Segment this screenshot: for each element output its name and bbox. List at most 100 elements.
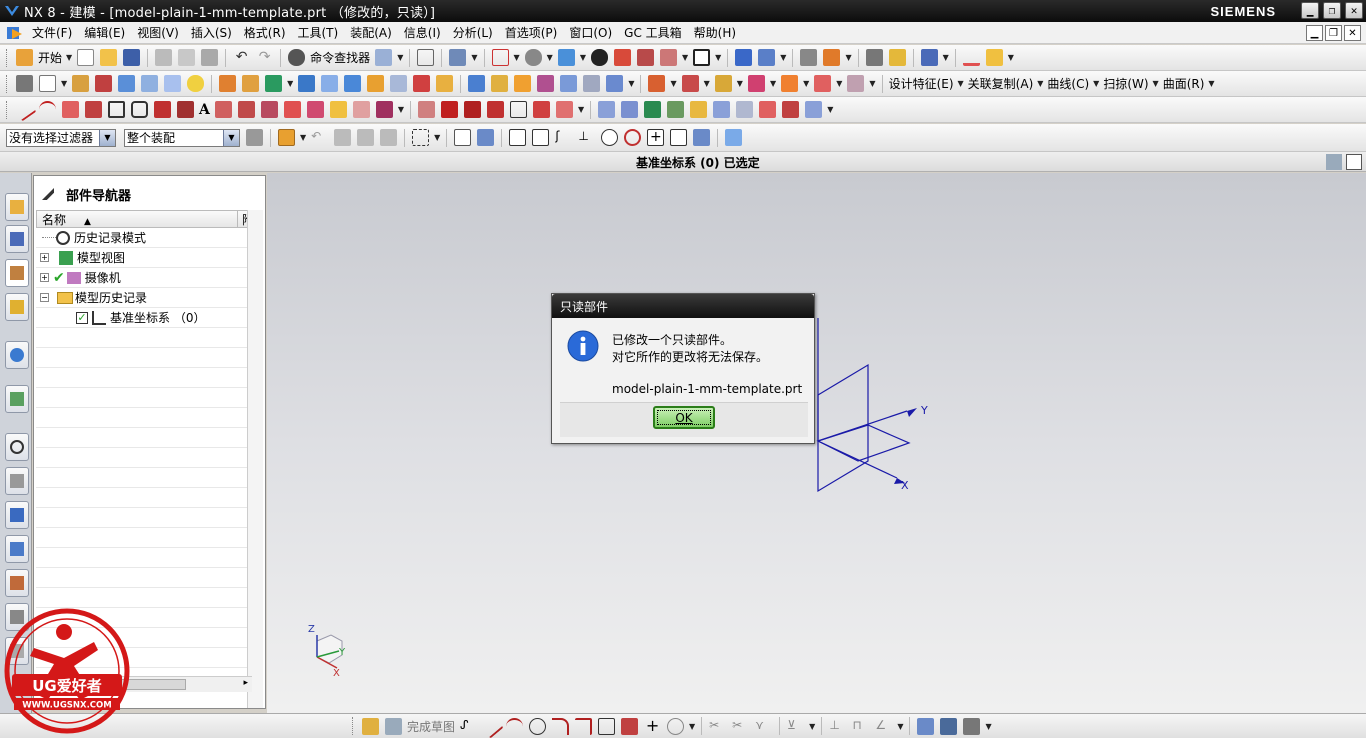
finish-sketch-icon[interactable] [385,717,402,735]
midpoint-icon[interactable] [532,129,550,146]
hole-icon[interactable] [298,75,316,92]
thicken-icon[interactable] [747,75,765,92]
cut-icon[interactable] [155,49,173,66]
pad-icon[interactable] [367,75,385,92]
helix-icon[interactable] [177,101,194,118]
through-curves-icon[interactable] [621,101,639,118]
sketch-icon[interactable] [362,717,379,735]
eraser-icon[interactable] [334,129,352,146]
part-navigator-tab[interactable] [5,259,29,287]
subtract-icon[interactable] [242,75,260,92]
curve-menu[interactable]: 曲线(C) [1047,75,1089,92]
trim-corner-icon[interactable] [441,101,459,118]
general-selection-icon[interactable] [246,129,263,146]
sketch-arc-icon[interactable] [506,717,524,735]
sketch-fillet-icon[interactable] [552,717,570,735]
pocket-icon[interactable] [344,75,362,92]
checkbox-icon[interactable]: ✓ [76,311,88,324]
section-curve-icon[interactable] [306,101,324,118]
divide-curve-icon[interactable] [464,101,482,118]
sketch-line-icon[interactable] [479,714,504,738]
window-arrange-icon[interactable] [417,49,435,66]
close-button[interactable]: ✕ [1345,2,1363,19]
filter-curve-icon[interactable] [380,129,398,146]
doc-close-button[interactable]: ✕ [1344,25,1361,41]
toolbar-grip[interactable] [6,100,9,119]
auto-constraint-icon[interactable]: ⊓ [852,718,869,735]
edge-blend-icon[interactable] [468,75,486,92]
reuse-library-tab[interactable] [5,293,29,321]
layer-icon[interactable] [800,49,818,66]
process-studio-tab[interactable] [5,501,29,529]
magic-wand-icon[interactable] [357,129,375,146]
move-object-icon[interactable] [823,49,841,66]
edit-arc-icon[interactable] [487,101,505,118]
wcs-orient-icon[interactable] [758,49,776,66]
doc-restore-button[interactable]: ❐ [1325,25,1342,41]
quadrant-icon[interactable] [624,129,642,146]
extrude-icon[interactable] [72,75,90,92]
convert-reference-icon[interactable] [917,717,935,735]
sketch-rectangle-icon[interactable] [598,717,616,735]
patch-icon[interactable] [814,75,832,92]
fit-view-icon[interactable] [491,49,509,66]
menu-info[interactable]: 信息(I) [398,24,447,41]
block-icon[interactable] [118,75,136,92]
hd3d-tools-tab[interactable] [5,341,29,369]
manufacturing-wizard-tab[interactable] [5,535,29,563]
point-on-surface-icon[interactable] [693,129,711,146]
groove-icon[interactable] [413,75,431,92]
menu-gc-toolbox[interactable]: GC 工具箱 [618,24,688,41]
extract-icon[interactable] [714,75,732,92]
make-corner-icon[interactable]: ⋎ [755,718,772,735]
extension-icon[interactable] [782,101,800,118]
tree-row-cameras[interactable]: + ✔ 摄像机 [36,268,256,288]
chevron-down-icon[interactable]: ▼ [99,129,115,146]
mirror-icon[interactable] [648,75,666,92]
analyze-icon[interactable] [888,49,906,66]
cylinder-icon[interactable] [141,75,159,92]
point-icon[interactable] [62,101,79,118]
existing-point-icon[interactable]: + [647,129,665,146]
surface-menu[interactable]: 曲面(R) [1163,75,1205,92]
offset-icon[interactable] [606,75,624,92]
quick-trim-icon[interactable]: ✂ [709,718,726,735]
slot-icon[interactable] [390,75,408,92]
boss-icon[interactable] [321,75,339,92]
intersect-curve-icon[interactable] [283,101,301,118]
constraint-navigator-tab[interactable] [5,225,29,253]
trim-curve-icon[interactable] [418,101,436,118]
new-file-icon[interactable] [77,49,95,66]
show-constraints-icon[interactable]: ∠ [875,718,892,735]
web-browser-tab[interactable] [5,385,29,413]
curve-length-icon[interactable] [510,101,528,118]
design-feature-menu[interactable]: 设计特征(E) [889,75,954,92]
menu-format[interactable]: 格式(R) [238,24,292,41]
quick-extend-icon[interactable]: ✂ [732,718,749,735]
history-tab[interactable] [5,433,29,461]
render-style-icon[interactable] [590,49,608,66]
n-sided-icon[interactable] [690,101,708,118]
select-icon[interactable] [375,49,393,66]
status-option-icon[interactable] [1326,154,1342,170]
name-column-header[interactable]: 名称 ▲ [37,211,237,228]
restore-button[interactable]: ❐ [1323,2,1341,19]
pin-icon[interactable] [42,188,54,200]
dimension-icon[interactable]: ⊻ [787,718,804,735]
datum-csys[interactable] [816,318,911,493]
offset-surface-icon[interactable] [759,101,777,118]
bounding-box-icon[interactable] [725,129,743,146]
polygon-icon[interactable] [131,101,148,118]
model-viewport[interactable]: Y X Z Y X [267,173,1366,713]
snap-icon[interactable] [449,49,467,66]
associative-copy-menu[interactable]: 关联复制(A) [968,75,1034,92]
surface-ruled-icon[interactable] [598,101,616,118]
scroll-right-icon[interactable]: ▸ [243,678,248,688]
studio-surface-icon[interactable] [713,101,731,118]
line-icon[interactable] [12,97,37,122]
revolve-icon[interactable] [95,75,113,92]
pattern-icon[interactable] [681,75,699,92]
menu-edit[interactable]: 编辑(E) [78,24,131,41]
menu-assembly[interactable]: 装配(A) [344,24,398,41]
command-finder-button[interactable]: 命令查找器 [310,49,370,66]
